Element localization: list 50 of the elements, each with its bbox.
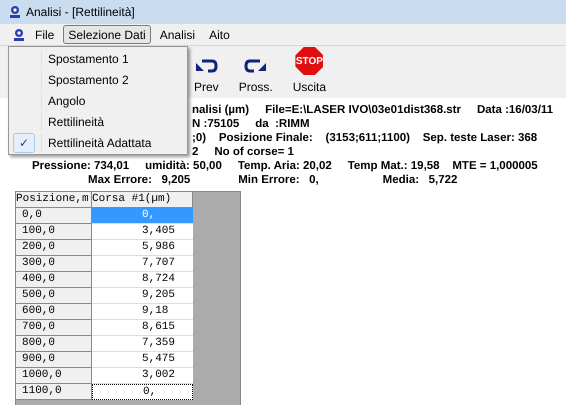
dropdown-item[interactable]: ✓ Rettilineità Adattata bbox=[9, 132, 187, 153]
table-cell[interactable]: 9,205 bbox=[92, 288, 193, 304]
stop-sign-icon: STOP bbox=[295, 47, 324, 75]
column-header: Posizione,m bbox=[16, 192, 92, 208]
toolbar-button[interactable]: STOP Uscita bbox=[288, 47, 330, 96]
info-text: Pressione: 734,01 umidità: 50,00 Temp. Aria: 20,02 Temp Mat.: 19,58 MTE = 1,000005 bbox=[32, 159, 538, 173]
row-header: 300,0 bbox=[16, 256, 92, 272]
table-cell[interactable]: 9,18 bbox=[92, 304, 193, 320]
info-text: ;0) Posizione Finale: (3153;611;1100) Sep. teste Laser: 368 bbox=[192, 131, 538, 145]
info-text: nalisi (µm) File=E:\LASER IVO\03e01dist368.str Data :16/03/11 bbox=[192, 103, 554, 117]
table-cell[interactable]: 8,724 bbox=[92, 272, 193, 288]
row-header: 200,0 bbox=[16, 240, 92, 256]
row-header: 800,0 bbox=[16, 336, 92, 352]
curved-arrow-left-icon bbox=[194, 57, 218, 75]
toolbar-button[interactable]: Prev bbox=[190, 57, 223, 96]
table-cell[interactable]: 8,615 bbox=[92, 320, 193, 336]
table-cell[interactable]: 3,405 bbox=[92, 224, 193, 240]
row-header: 900,0 bbox=[16, 352, 92, 368]
table-cell[interactable]: 5,475 bbox=[92, 352, 193, 368]
curved-arrow-right-icon bbox=[244, 57, 268, 75]
checkmark-icon: ✓ bbox=[13, 132, 35, 152]
table-cell[interactable]: 3,002 bbox=[92, 368, 193, 384]
row-header: 600,0 bbox=[16, 304, 92, 320]
dropdown-item[interactable]: Spostamento 1 bbox=[9, 48, 187, 69]
info-text: N :75105 da :RIMM bbox=[192, 117, 310, 131]
row-header: 500,0 bbox=[16, 288, 92, 304]
row-header: 100,0 bbox=[16, 224, 92, 240]
menu-item[interactable]: Aito bbox=[204, 25, 235, 44]
toolbar-button[interactable]: Pross. bbox=[234, 57, 277, 96]
menu-item[interactable]: Analisi bbox=[154, 25, 200, 44]
table-cell[interactable]: 5,986 bbox=[92, 240, 193, 256]
info-text: 2 No of corse= 1 bbox=[192, 145, 294, 159]
column-header: Corsa #1(µm) bbox=[92, 192, 193, 208]
dropdown-item[interactable]: Rettilineità bbox=[9, 111, 187, 132]
dropdown-item[interactable]: Angolo bbox=[9, 90, 187, 111]
menu-item[interactable]: File bbox=[30, 25, 60, 44]
row-header: 400,0 bbox=[16, 272, 92, 288]
table-cell[interactable]: 7,707 bbox=[92, 256, 193, 272]
app-icon bbox=[8, 5, 22, 19]
info-text: Max Errore: 9,205 Min Errore: 0, Media: 5,722 bbox=[88, 173, 458, 187]
menu-item[interactable]: Selezione Dati bbox=[63, 25, 151, 44]
app-icon bbox=[12, 28, 26, 42]
row-header: 1000,0 bbox=[16, 368, 92, 384]
window-title: Analisi - [Rettilineità] bbox=[26, 4, 135, 21]
dropdown-item[interactable]: Spostamento 2 bbox=[9, 69, 187, 90]
table-cell[interactable]: 0, bbox=[92, 384, 193, 400]
row-header: 0,0 bbox=[16, 208, 92, 224]
row-header: 700,0 bbox=[16, 320, 92, 336]
table-cell[interactable]: 7,359 bbox=[92, 336, 193, 352]
row-header: 1100,0 bbox=[16, 384, 92, 400]
